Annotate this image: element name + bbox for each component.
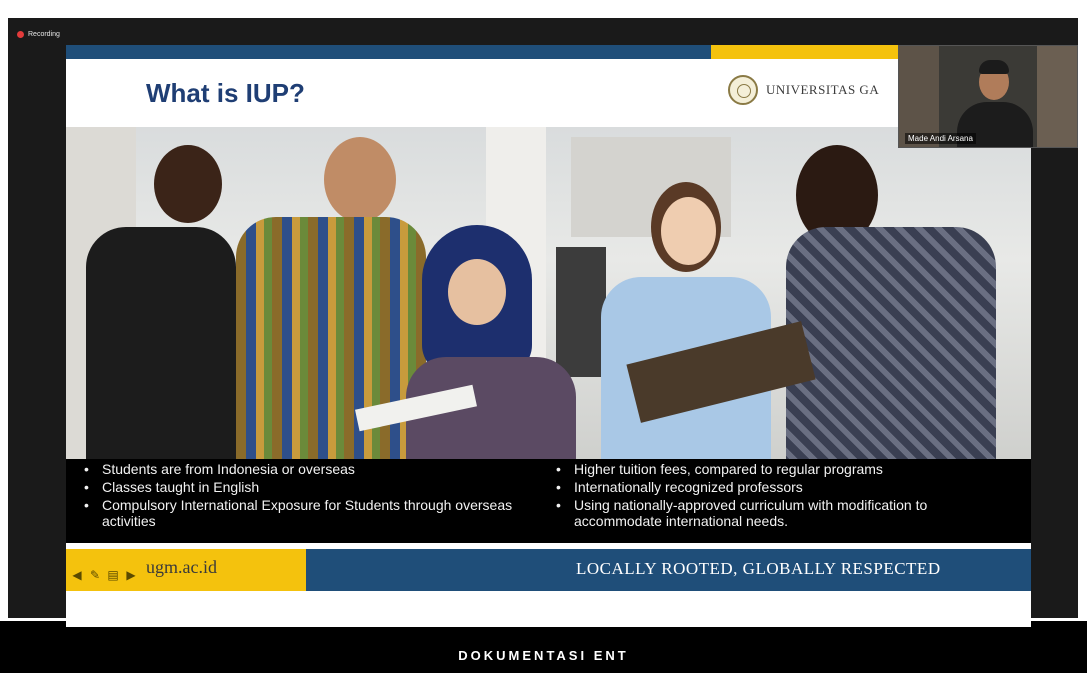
bullet-column-right: Higher tuition fees, compared to regular… bbox=[548, 459, 1018, 529]
bullet-item: Compulsory International Exposure for St… bbox=[76, 497, 546, 529]
university-name: UNIVERSITAS GA bbox=[766, 82, 880, 97]
participant-hair bbox=[979, 60, 1009, 74]
bullet-item: Students are from Indonesia or overseas bbox=[76, 461, 546, 477]
record-dot-icon bbox=[17, 31, 24, 38]
recording-indicator: Recording bbox=[17, 31, 60, 38]
bullet-item: Classes taught in English bbox=[76, 479, 546, 495]
arrow-right-icon[interactable]: ▶ bbox=[124, 568, 138, 582]
footer-website: ugm.ac.id bbox=[146, 557, 217, 577]
recording-label: Recording bbox=[28, 31, 60, 38]
slides-icon[interactable]: ▤ bbox=[106, 568, 120, 582]
bullet-column-left: Students are from Indonesia or overseas … bbox=[76, 459, 546, 529]
bullet-item: Higher tuition fees, compared to regular… bbox=[548, 461, 1018, 477]
slide-title: What is IUP? bbox=[146, 78, 305, 108]
university-logo-icon bbox=[728, 75, 758, 105]
footer-slogan: LOCALLY ROOTED, GLOBALLY RESPECTED bbox=[576, 559, 941, 578]
bullet-panel: Students are from Indonesia or overseas … bbox=[66, 459, 1031, 543]
presentation-toolbar: ◀ ✎ ▤ ▶ bbox=[70, 568, 138, 582]
pen-icon[interactable]: ✎ bbox=[88, 568, 102, 582]
webcam-thumbnail[interactable]: Made Andi Arsana bbox=[898, 45, 1078, 148]
bookshelf bbox=[1037, 46, 1077, 147]
participant-name: Made Andi Arsana bbox=[905, 133, 976, 144]
photo-caption: DOKUMENTASI ENT bbox=[458, 648, 629, 663]
bullet-item: Using nationally-approved curriculum wit… bbox=[548, 497, 1018, 529]
shared-slide: What is IUP? UNIVERSITAS GA • Students a… bbox=[66, 45, 1031, 627]
doorway bbox=[556, 247, 606, 377]
students-photo bbox=[66, 127, 1031, 459]
bookshelf bbox=[899, 46, 939, 147]
bullet-item: Internationally recognized professors bbox=[548, 479, 1018, 495]
arrow-left-icon[interactable]: ◀ bbox=[70, 568, 84, 582]
